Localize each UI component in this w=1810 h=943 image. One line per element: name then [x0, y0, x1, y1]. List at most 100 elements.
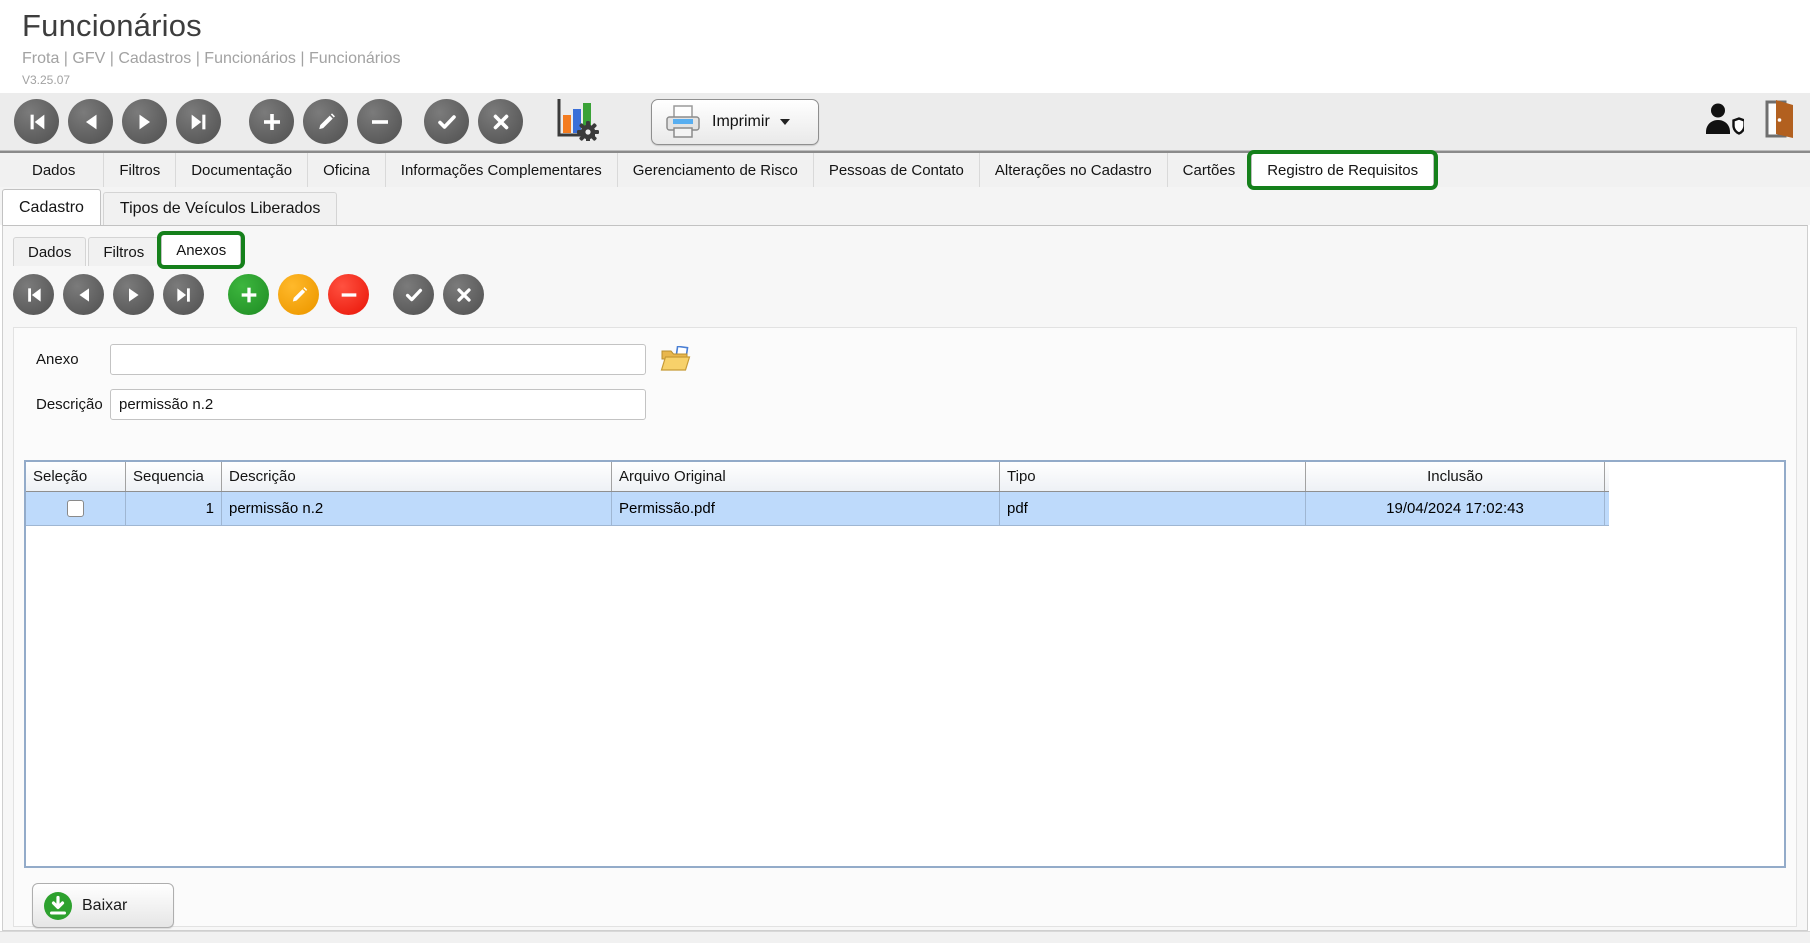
next-record-icon: [139, 114, 150, 129]
cancel-button[interactable]: [478, 99, 523, 144]
table-row[interactable]: 1 permissão n.2 Permissão.pdf pdf 19/04/…: [26, 492, 1609, 526]
tab-oficina[interactable]: Oficina: [308, 153, 386, 187]
remove-icon: [341, 292, 356, 297]
user-permissions-button[interactable]: [1704, 102, 1746, 141]
remove-record-button[interactable]: [357, 99, 402, 144]
cell-arquivo-original: Permissão.pdf: [612, 492, 1000, 525]
chart-settings-icon: [557, 99, 599, 143]
next-record-icon: [128, 287, 139, 302]
user-shield-icon: [1706, 103, 1746, 135]
tab-anexo-filtros[interactable]: Filtros: [88, 237, 160, 266]
print-button[interactable]: Imprimir: [651, 98, 819, 145]
anexos-toolbar: [11, 266, 1799, 325]
confirm-button[interactable]: [424, 99, 469, 144]
cadastro-panel: Dados Filtros Anexos Anexo Descrição per…: [2, 225, 1808, 931]
descricao-input[interactable]: [110, 389, 646, 420]
edit-pencil-icon: [292, 286, 307, 301]
browse-file-button[interactable]: [660, 345, 692, 374]
column-header-inclusao[interactable]: Inclusão: [1306, 462, 1605, 491]
next-record-button[interactable]: [122, 99, 167, 144]
tab-informacoes-complementares[interactable]: Informações Complementares: [386, 153, 618, 187]
version-label: V3.25.07: [22, 73, 71, 87]
add-icon: [263, 113, 280, 130]
anexos-form-box: Anexo Descrição Seleção Sequencia Descri…: [13, 327, 1797, 928]
last-record-button[interactable]: [176, 99, 221, 144]
column-header-sequencia[interactable]: Sequencia: [126, 462, 222, 491]
anexo-add-button[interactable]: [228, 274, 269, 315]
tab-dados[interactable]: Dados: [4, 153, 105, 187]
download-icon: [44, 891, 72, 920]
remove-icon: [371, 119, 388, 124]
download-button-label: Baixar: [82, 896, 128, 914]
anexo-previous-button[interactable]: [63, 274, 104, 315]
column-header-selecao[interactable]: Seleção: [26, 462, 126, 491]
confirm-check-icon: [405, 288, 422, 301]
edit-record-button[interactable]: [303, 99, 348, 144]
tab-tipos-de-veiculos-liberados[interactable]: Tipos de Veículos Liberados: [102, 192, 338, 225]
tab-registro-de-requisitos[interactable]: Registro de Requisitos: [1247, 150, 1439, 190]
tab-label: Tipos de Veículos Liberados: [119, 200, 321, 217]
column-header-arquivo-original[interactable]: Arquivo Original: [612, 462, 1000, 491]
first-record-icon: [30, 114, 44, 129]
anexo-remove-button[interactable]: [328, 274, 369, 315]
tab-label: Gerenciamento de Risco: [632, 161, 798, 179]
tab-documentacao[interactable]: Documentação: [176, 153, 309, 187]
exit-door-icon: [1765, 100, 1793, 138]
anexo-input[interactable]: [110, 344, 646, 375]
add-icon: [241, 287, 256, 302]
tab-label: Oficina: [323, 161, 370, 179]
tab-label: Filtros: [119, 161, 161, 179]
download-button[interactable]: Baixar: [32, 883, 174, 928]
edit-pencil-icon: [318, 112, 335, 129]
last-record-icon: [191, 114, 205, 129]
cell-descricao: permissão n.2: [222, 492, 612, 525]
tab-anexos[interactable]: Anexos: [157, 231, 246, 269]
window-bottom-strip: [0, 931, 1810, 943]
printer-icon: [666, 104, 700, 138]
anexo-next-button[interactable]: [113, 274, 154, 315]
page-header: Funcionários Frota | GFV | Cadastros | F…: [0, 0, 1810, 87]
first-record-icon: [27, 287, 41, 302]
tab-label: Cadastro: [19, 198, 84, 216]
tab-label: Anexos: [176, 242, 227, 259]
previous-record-button[interactable]: [68, 99, 113, 144]
tab-label: Filtros: [103, 243, 145, 261]
tab-label: Pessoas de Contato: [828, 161, 964, 179]
confirm-check-icon: [437, 114, 456, 129]
tab-filtros[interactable]: Filtros: [104, 153, 177, 187]
print-button-label: Imprimir: [712, 112, 770, 130]
exit-button[interactable]: [1764, 99, 1796, 144]
tab-alteracoes-no-cadastro[interactable]: Alterações no Cadastro: [980, 153, 1168, 187]
row-select-checkbox[interactable]: [67, 500, 84, 517]
table-header-row: Seleção Sequencia Descrição Arquivo Orig…: [26, 462, 1609, 492]
cancel-x-icon: [493, 114, 508, 129]
tab-gerenciamento-de-risco[interactable]: Gerenciamento de Risco: [618, 153, 814, 187]
anexo-label: Anexo: [36, 351, 79, 368]
tab-label: Alterações no Cadastro: [994, 161, 1152, 179]
page-title: Funcionários: [22, 8, 202, 43]
tab-pessoas-de-contato[interactable]: Pessoas de Contato: [814, 153, 980, 187]
chart-settings-button[interactable]: [553, 97, 599, 146]
descricao-label: Descrição: [36, 396, 103, 413]
cell-tipo: pdf: [1000, 492, 1306, 525]
anexo-field-row: Anexo: [24, 344, 1786, 375]
tab-cadastro[interactable]: Cadastro: [2, 189, 101, 225]
column-header-descricao[interactable]: Descrição: [222, 462, 612, 491]
anexo-confirm-button[interactable]: [393, 274, 434, 315]
anexo-last-button[interactable]: [163, 274, 204, 315]
tab-anexo-dados[interactable]: Dados: [13, 237, 87, 266]
tab-cartoes[interactable]: Cartões: [1168, 153, 1252, 187]
chevron-down-icon: [779, 118, 790, 125]
anexo-edit-button[interactable]: [278, 274, 319, 315]
column-header-tipo[interactable]: Tipo: [1000, 462, 1306, 491]
first-record-button[interactable]: [14, 99, 59, 144]
anexo-cancel-button[interactable]: [443, 274, 484, 315]
descricao-field-row: Descrição: [24, 389, 1786, 420]
main-toolbar: Imprimir: [0, 93, 1810, 151]
anexo-first-button[interactable]: [13, 274, 54, 315]
tab-label: Registro de Requisitos: [1267, 162, 1419, 179]
cell-sequencia: 1: [126, 492, 222, 525]
add-record-button[interactable]: [249, 99, 294, 144]
tab-label: Informações Complementares: [400, 161, 602, 179]
tab-label: Dados: [28, 243, 72, 261]
